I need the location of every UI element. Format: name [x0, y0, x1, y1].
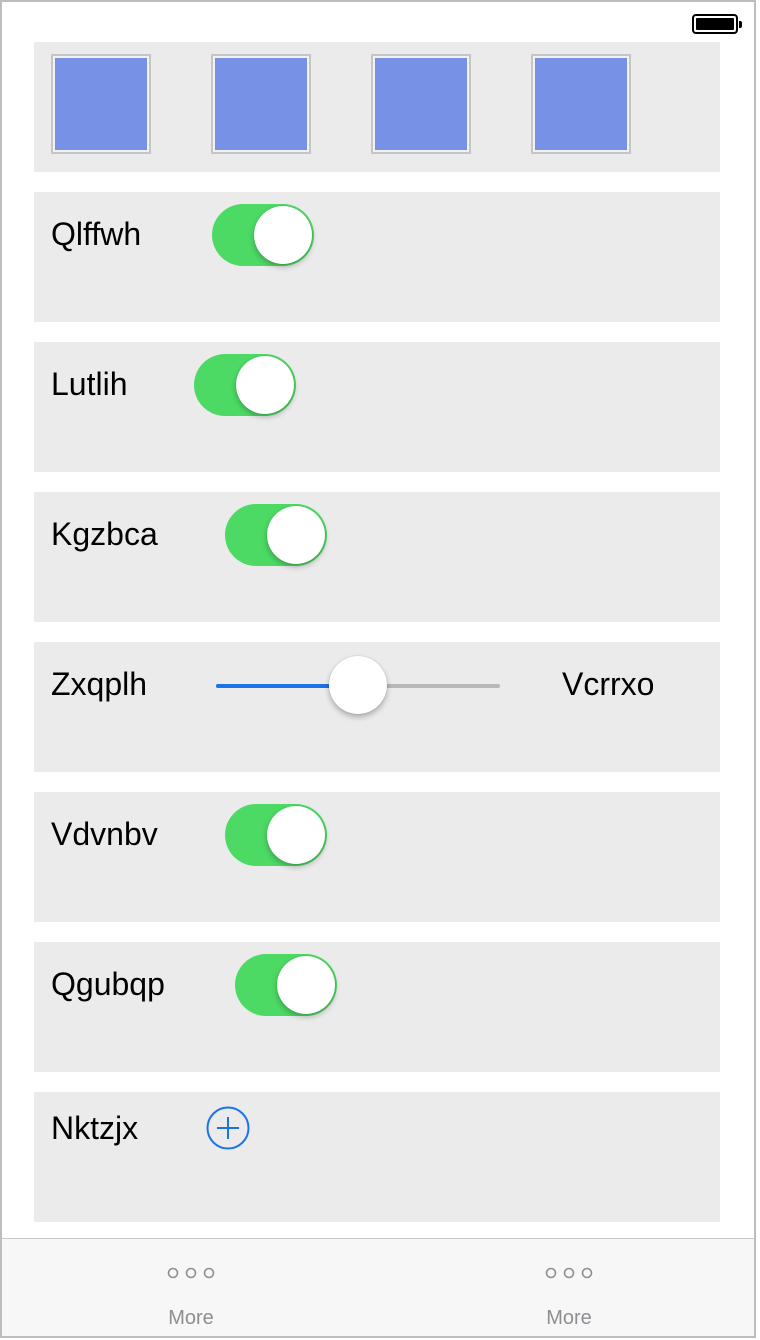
row-label: Nktzjx — [51, 1110, 139, 1146]
tab-more[interactable]: More — [2, 1239, 380, 1336]
toggle-switch[interactable] — [225, 804, 327, 866]
plus-circle-icon[interactable] — [206, 1106, 250, 1150]
row-label: Qgubqp — [51, 966, 165, 1002]
screen: Qlffwh Lutlih Kgzbca Zxqplh Vcrrxo Vdvnb… — [0, 0, 756, 1338]
settings-row: Nktzjx — [34, 1092, 720, 1222]
row-label: Kgzbca — [51, 516, 158, 552]
thumbnail-image[interactable] — [211, 54, 311, 154]
row-label: Zxqplh — [51, 666, 148, 702]
tab-label: More — [168, 1307, 214, 1329]
toggle-switch[interactable] — [225, 504, 327, 566]
toggle-switch[interactable] — [235, 954, 337, 1016]
thumbnail-strip — [34, 42, 720, 172]
thumbnail-image[interactable] — [531, 54, 631, 154]
slider-thumb[interactable] — [329, 656, 387, 714]
thumbnail-image[interactable] — [371, 54, 471, 154]
settings-row: Zxqplh Vcrrxo — [34, 642, 720, 772]
settings-row: Vdvnbv — [34, 792, 720, 922]
row-label: Lutlih — [51, 366, 128, 402]
row-label: Qlffwh — [51, 216, 142, 252]
thumbnail-image[interactable] — [51, 54, 151, 154]
tab-more[interactable]: More — [380, 1239, 754, 1336]
row-label: Vdvnbv — [51, 816, 158, 852]
tab-bar: More More — [2, 1238, 754, 1336]
settings-row: Lutlih — [34, 342, 720, 472]
slider-right-label: Vcrrxo — [562, 666, 655, 702]
settings-row: Qlffwh — [34, 192, 720, 322]
tab-label: More — [546, 1307, 592, 1329]
more-dots-icon — [545, 1267, 593, 1279]
toggle-switch[interactable] — [194, 354, 296, 416]
settings-row: Qgubqp — [34, 942, 720, 1072]
more-dots-icon — [167, 1267, 215, 1279]
settings-row: Kgzbca — [34, 492, 720, 622]
toggle-switch[interactable] — [212, 204, 314, 266]
battery-full-icon — [692, 14, 742, 34]
